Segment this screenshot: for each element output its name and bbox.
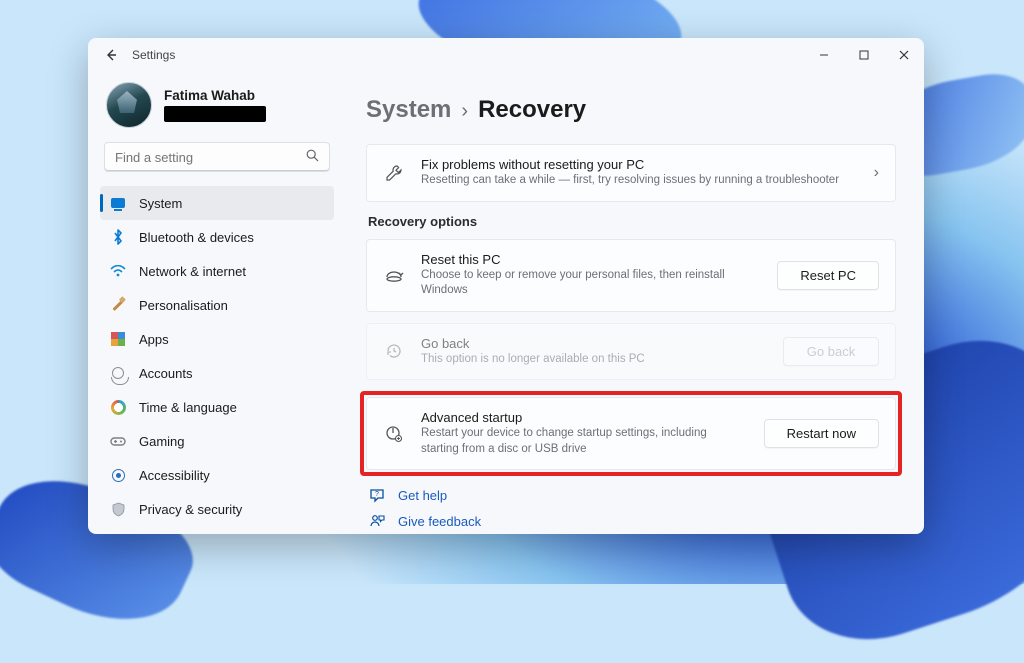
sidebar-item-privacy[interactable]: Privacy & security xyxy=(100,492,334,526)
get-help-row[interactable]: ? Get help xyxy=(368,487,896,503)
card-title: Reset this PC xyxy=(421,252,761,267)
chevron-right-icon: › xyxy=(461,100,468,123)
sidebar-item-label: Network & internet xyxy=(139,264,246,279)
sidebar-item-personalisation[interactable]: Personalisation xyxy=(100,288,334,322)
shield-icon xyxy=(110,501,126,517)
back-button[interactable] xyxy=(102,46,120,64)
sidebar-item-accounts[interactable]: Accounts xyxy=(100,356,334,390)
chevron-right-icon: › xyxy=(874,164,879,182)
accessibility-icon xyxy=(110,467,126,483)
reset-pc-card: Reset this PC Choose to keep or remove y… xyxy=(366,239,896,312)
card-subtitle: Restart your device to change startup se… xyxy=(421,426,748,457)
sidebar: Fatima Wahab System Bluetooth & devices xyxy=(88,72,344,534)
sidebar-item-time-language[interactable]: Time & language xyxy=(100,390,334,424)
sidebar-item-label: Apps xyxy=(139,332,169,347)
sidebar-nav: System Bluetooth & devices Network & int… xyxy=(100,186,334,526)
window-controls xyxy=(804,38,924,72)
sidebar-item-system[interactable]: System xyxy=(100,186,334,220)
sidebar-item-network[interactable]: Network & internet xyxy=(100,254,334,288)
search-box[interactable] xyxy=(104,142,330,172)
window-title: Settings xyxy=(132,48,175,62)
sidebar-item-gaming[interactable]: Gaming xyxy=(100,424,334,458)
go-back-card: Go back This option is no longer availab… xyxy=(366,323,896,381)
sidebar-item-apps[interactable]: Apps xyxy=(100,322,334,356)
search-icon xyxy=(306,149,319,165)
profile-block[interactable]: Fatima Wahab xyxy=(100,76,334,138)
sidebar-item-label: Accessibility xyxy=(139,468,210,483)
card-subtitle: Resetting can take a while — first, try … xyxy=(421,173,858,189)
help-icon: ? xyxy=(368,487,386,503)
avatar xyxy=(106,82,152,128)
search-input[interactable] xyxy=(115,150,306,165)
system-icon xyxy=(110,195,126,211)
sidebar-item-bluetooth[interactable]: Bluetooth & devices xyxy=(100,220,334,254)
gamepad-icon xyxy=(110,433,126,449)
apps-icon xyxy=(110,331,126,347)
minimize-button[interactable] xyxy=(804,38,844,72)
card-title: Advanced startup xyxy=(421,410,748,425)
profile-name: Fatima Wahab xyxy=(164,88,266,103)
section-label: Recovery options xyxy=(368,214,896,229)
settings-window: Settings Fatima Wahab xyxy=(88,38,924,534)
maximize-button[interactable] xyxy=(844,38,884,72)
give-feedback-link[interactable]: Give feedback xyxy=(398,514,481,529)
card-title: Fix problems without resetting your PC xyxy=(421,157,858,172)
feedback-icon xyxy=(368,513,386,529)
power-settings-icon xyxy=(383,425,405,443)
sidebar-item-label: Personalisation xyxy=(139,298,228,313)
related-links: ? Get help Give feedback xyxy=(366,487,896,529)
arrow-left-icon xyxy=(104,48,118,62)
give-feedback-row[interactable]: Give feedback xyxy=(368,513,896,529)
person-icon xyxy=(110,365,126,381)
page-title: Recovery xyxy=(478,96,586,124)
highlighted-region: Advanced startup Restart your device to … xyxy=(360,391,902,476)
reset-pc-button[interactable]: Reset PC xyxy=(777,261,879,290)
main-content: System › Recovery Fix problems without r… xyxy=(344,72,924,534)
restart-now-button[interactable]: Restart now xyxy=(764,419,879,448)
sidebar-item-label: Bluetooth & devices xyxy=(139,230,254,245)
fix-problems-card[interactable]: Fix problems without resetting your PC R… xyxy=(366,144,896,202)
wifi-icon xyxy=(110,263,126,279)
go-back-button: Go back xyxy=(783,337,879,366)
breadcrumb: System › Recovery xyxy=(366,72,896,144)
sidebar-item-label: System xyxy=(139,196,182,211)
sidebar-item-label: Accounts xyxy=(139,366,192,381)
advanced-startup-card: Advanced startup Restart your device to … xyxy=(366,397,896,470)
titlebar: Settings xyxy=(88,38,924,72)
history-icon xyxy=(383,342,405,360)
svg-text:?: ? xyxy=(375,491,379,498)
card-subtitle: Choose to keep or remove your personal f… xyxy=(421,268,761,299)
card-title: Go back xyxy=(421,336,767,351)
paintbrush-icon xyxy=(110,297,126,313)
maximize-icon xyxy=(859,50,869,60)
bluetooth-icon xyxy=(110,229,126,245)
breadcrumb-parent[interactable]: System xyxy=(366,96,451,124)
close-button[interactable] xyxy=(884,38,924,72)
card-subtitle: This option is no longer available on th… xyxy=(421,352,767,368)
sidebar-item-label: Privacy & security xyxy=(139,502,242,517)
get-help-link[interactable]: Get help xyxy=(398,488,447,503)
sidebar-item-label: Time & language xyxy=(139,400,237,415)
minimize-icon xyxy=(819,50,829,60)
profile-email-redacted xyxy=(164,106,266,122)
globe-clock-icon xyxy=(110,399,126,415)
wrench-icon xyxy=(383,164,405,182)
close-icon xyxy=(899,50,909,60)
reset-icon xyxy=(383,267,405,283)
sidebar-item-accessibility[interactable]: Accessibility xyxy=(100,458,334,492)
sidebar-item-label: Gaming xyxy=(139,434,185,449)
